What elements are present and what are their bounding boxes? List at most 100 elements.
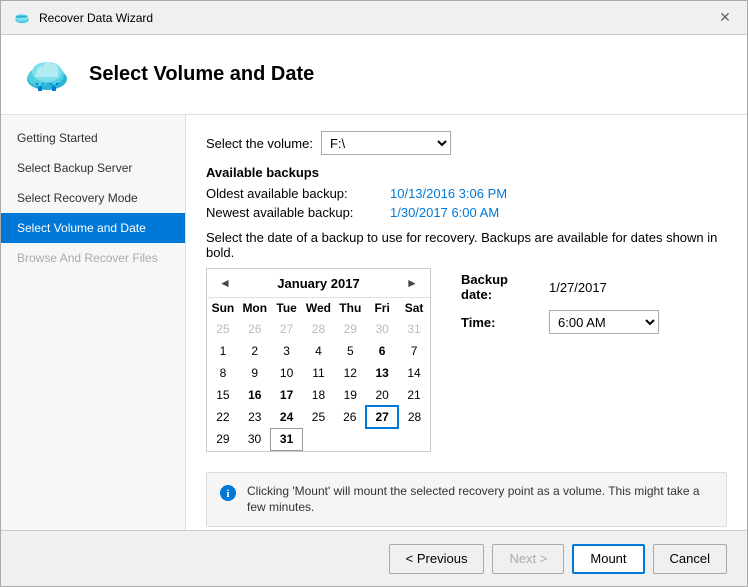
cal-week-3: 15161718192021 <box>207 384 430 406</box>
next-button[interactable]: Next > <box>492 544 564 574</box>
cal-day[interactable]: 27 <box>366 406 398 428</box>
volume-select[interactable]: F:\ <box>321 131 451 155</box>
info-icon: i <box>219 484 237 502</box>
cal-day: 15 <box>207 384 239 406</box>
available-backups-label: Available backups <box>206 165 727 180</box>
cal-next-button[interactable]: ► <box>402 273 422 293</box>
cal-header-wed: Wed <box>303 298 335 318</box>
cal-day-headers: Sun Mon Tue Wed Thu Fri Sat <box>207 298 430 318</box>
cal-day: 3 <box>271 340 303 362</box>
cal-header-thu: Thu <box>334 298 366 318</box>
cal-week-2: 891011121314 <box>207 362 430 384</box>
previous-button[interactable]: < Previous <box>389 544 485 574</box>
cal-header-mon: Mon <box>239 298 271 318</box>
newest-backup-label: Newest available backup: <box>206 205 386 220</box>
newest-backup-row: Newest available backup: 1/30/2017 6:00 … <box>206 205 727 220</box>
header-title: Select Volume and Date <box>89 63 314 86</box>
time-select[interactable]: 6:00 AM <box>549 310 659 334</box>
cal-header-sun: Sun <box>207 298 239 318</box>
cal-day <box>334 428 366 450</box>
info-box: i Clicking 'Mount' will mount the select… <box>206 472 727 528</box>
cal-day: 10 <box>271 362 303 384</box>
volume-label: Select the volume: <box>206 136 313 151</box>
backup-date-value: 1/27/2017 <box>549 280 607 295</box>
sidebar: Getting Started Select Backup Server Sel… <box>1 115 186 530</box>
cal-day <box>398 428 430 450</box>
cancel-button[interactable]: Cancel <box>653 544 727 574</box>
cal-day: 25 <box>207 318 239 340</box>
cal-day: 5 <box>334 340 366 362</box>
close-button[interactable]: ✕ <box>715 8 735 28</box>
cal-day: 29 <box>334 318 366 340</box>
cal-day: 30 <box>239 428 271 450</box>
oldest-backup-label: Oldest available backup: <box>206 186 386 201</box>
date-time-panel: Backup date: 1/27/2017 Time: 6:00 AM <box>461 268 659 334</box>
header-icon <box>21 49 73 101</box>
cal-day: 27 <box>271 318 303 340</box>
cal-day <box>366 428 398 450</box>
cal-day: 2 <box>239 340 271 362</box>
cal-week-5: 293031 <box>207 428 430 450</box>
cal-day[interactable]: 24 <box>271 406 303 428</box>
cal-header-fri: Fri <box>366 298 398 318</box>
backup-date-label: Backup date: <box>461 272 541 302</box>
calendar: ◄ January 2017 ► Sun Mon Tue Wed Thu <box>206 268 431 452</box>
cal-day: 18 <box>303 384 335 406</box>
cal-day: 4 <box>303 340 335 362</box>
cal-day <box>303 428 335 450</box>
cal-day: 31 <box>398 318 430 340</box>
cal-week-0: 25262728293031 <box>207 318 430 340</box>
cal-day: 29 <box>207 428 239 450</box>
sidebar-item-select-volume-date[interactable]: Select Volume and Date <box>1 213 185 243</box>
backup-date-row: Backup date: 1/27/2017 <box>461 272 659 302</box>
time-label: Time: <box>461 315 541 330</box>
header-section: Select Volume and Date <box>1 35 747 115</box>
cal-day: 25 <box>303 406 335 428</box>
title-bar: Recover Data Wizard ✕ <box>1 1 747 35</box>
svg-text:i: i <box>226 488 229 500</box>
cal-day: 14 <box>398 362 430 384</box>
info-text: Clicking 'Mount' will mount the selected… <box>247 483 714 517</box>
recover-data-wizard-dialog: Recover Data Wizard ✕ Select Volume and … <box>0 0 748 587</box>
calendar-header: ◄ January 2017 ► <box>207 269 430 298</box>
sidebar-item-browse-recover-files: Browse And Recover Files <box>1 243 185 273</box>
cal-day: 1 <box>207 340 239 362</box>
volume-row: Select the volume: F:\ <box>206 131 727 155</box>
oldest-backup-value: 10/13/2016 3:06 PM <box>390 186 507 201</box>
cal-day: 20 <box>366 384 398 406</box>
cal-week-4: 22232425262728 <box>207 406 430 428</box>
cal-month-year: January 2017 <box>277 276 359 291</box>
cal-day[interactable]: 17 <box>271 384 303 406</box>
sidebar-item-getting-started[interactable]: Getting Started <box>1 123 185 153</box>
cal-day: 9 <box>239 362 271 384</box>
cal-day: 28 <box>303 318 335 340</box>
cal-day[interactable]: 6 <box>366 340 398 362</box>
cal-day[interactable]: 16 <box>239 384 271 406</box>
footer: < Previous Next > Mount Cancel <box>1 530 747 586</box>
main-content: Getting Started Select Backup Server Sel… <box>1 115 747 530</box>
cal-day: 23 <box>239 406 271 428</box>
mount-button[interactable]: Mount <box>572 544 644 574</box>
title-bar-left: Recover Data Wizard <box>13 9 153 27</box>
calendar-body: 2526272829303112345678910111213141516171… <box>207 318 430 450</box>
cal-header-tue: Tue <box>271 298 303 318</box>
sidebar-item-select-recovery-mode[interactable]: Select Recovery Mode <box>1 183 185 213</box>
instruction-text: Select the date of a backup to use for r… <box>206 230 727 260</box>
cal-day[interactable]: 13 <box>366 362 398 384</box>
cal-day: 8 <box>207 362 239 384</box>
sidebar-item-select-backup-server[interactable]: Select Backup Server <box>1 153 185 183</box>
oldest-backup-row: Oldest available backup: 10/13/2016 3:06… <box>206 186 727 201</box>
wizard-icon <box>13 9 31 27</box>
newest-backup-value: 1/30/2017 6:00 AM <box>390 205 499 220</box>
cal-day: 12 <box>334 362 366 384</box>
cal-prev-button[interactable]: ◄ <box>215 273 235 293</box>
content-area: Select the volume: F:\ Available backups… <box>186 115 747 530</box>
calendar-date-section: ◄ January 2017 ► Sun Mon Tue Wed Thu <box>206 268 727 452</box>
cal-header-sat: Sat <box>398 298 430 318</box>
cal-day: 28 <box>398 406 430 428</box>
calendar-grid: Sun Mon Tue Wed Thu Fri Sat 252627282930… <box>207 298 430 451</box>
cal-day: 19 <box>334 384 366 406</box>
cal-day: 26 <box>334 406 366 428</box>
cal-day: 7 <box>398 340 430 362</box>
cal-week-1: 1234567 <box>207 340 430 362</box>
